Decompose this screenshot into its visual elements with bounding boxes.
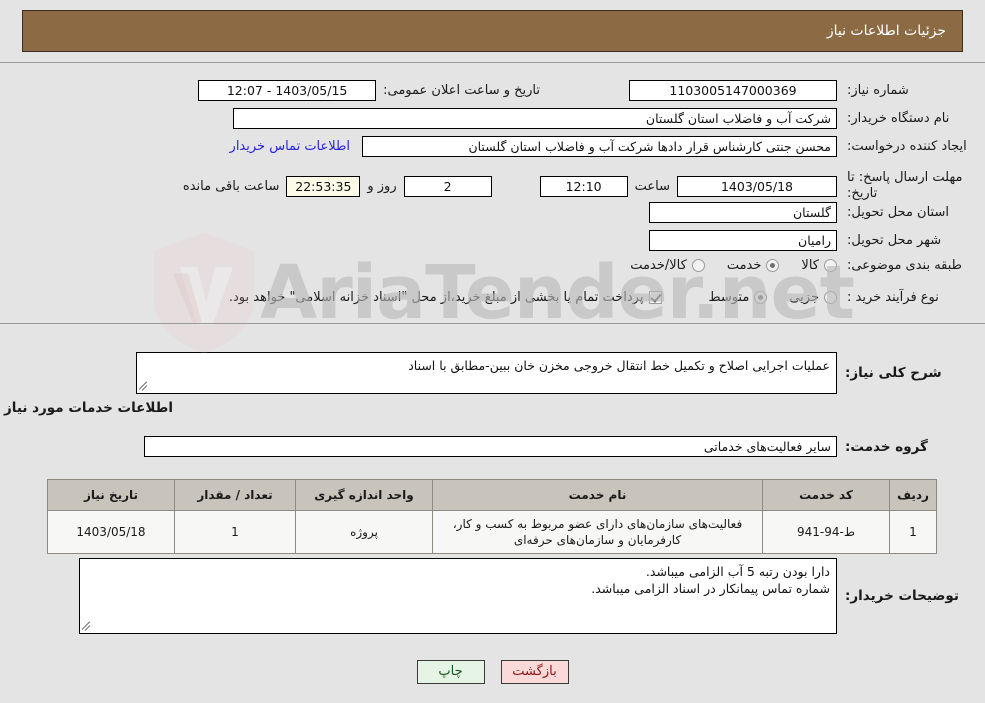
description-label: شرح کلی نیاز: [845,365,942,381]
buyer-notes-line-1: دارا بودن رتبه 5 آب الزامی میباشد. [645,564,830,579]
buyer-notes-line-2: شماره تماس پیمانکار در اسناد الزامی میبا… [591,581,830,596]
cell-quantity: 1 [174,510,296,554]
row-buyer-notes: توضیحات خریدار: دارا بودن رتبه 5 آب الزا… [79,558,985,634]
print-button[interactable]: چاپ [416,660,485,684]
buyer-notes-textarea[interactable]: دارا بودن رتبه 5 آب الزامی میباشد. شماره… [79,558,837,634]
action-buttons: بازگشت چاپ [0,660,985,684]
table-header-row: ردیف کد خدمت نام خدمت واحد اندازه گیری ت… [47,479,937,511]
cell-index: 1 [889,510,937,554]
page-title: جزئیات اطلاعات نیاز [826,23,946,39]
th-service-code: کد خدمت [762,479,890,511]
services-section-heading: اطلاعات خدمات مورد نیاز [3,400,173,416]
need-info-panel [0,62,985,324]
service-group-value: سایر فعالیت‌های خدماتی [144,436,837,457]
back-button[interactable]: بازگشت [500,660,569,684]
cell-service-name: فعالیت‌های سازمان‌های دارای عضو مربوط به… [432,510,763,554]
resize-grip-icon[interactable] [139,380,151,392]
th-service-name: نام خدمت [432,479,763,511]
row-service-group: گروه خدمت: سایر فعالیت‌های خدماتی [144,436,985,457]
cell-service-code: ط-94-941 [762,510,890,554]
th-index: ردیف [889,479,937,511]
th-need-date: تاریخ نیاز [47,479,175,511]
services-table: ردیف کد خدمت نام خدمت واحد اندازه گیری ت… [47,479,937,554]
service-group-label: گروه خدمت: [845,438,928,455]
page-header-bar: جزئیات اطلاعات نیاز [22,10,963,52]
buyer-notes-label: توضیحات خریدار: [845,588,959,604]
resize-grip-icon[interactable] [82,620,94,632]
cell-need-date: 1403/05/18 [47,510,175,554]
th-unit: واحد اندازه گیری [295,479,433,511]
description-value: عملیات اجرایی اصلاح و تکمیل خط انتقال خر… [408,358,830,373]
th-quantity: تعداد / مقدار [174,479,296,511]
description-textarea[interactable]: عملیات اجرایی اصلاح و تکمیل خط انتقال خر… [136,352,837,394]
row-description: شرح کلی نیاز: عملیات اجرایی اصلاح و تکمی… [136,352,985,394]
cell-unit: پروژه [295,510,433,554]
table-row: 1 ط-94-941 فعالیت‌های سازمان‌های دارای ع… [47,510,937,554]
